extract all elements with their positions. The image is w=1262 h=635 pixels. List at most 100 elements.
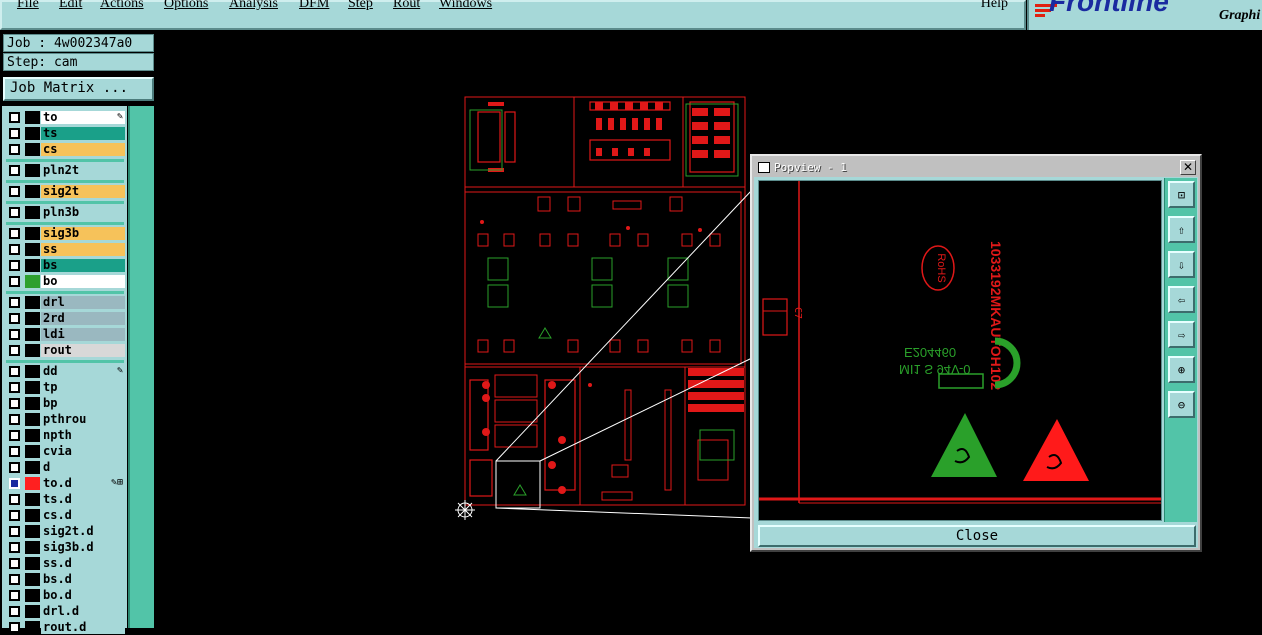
layer-checkbox[interactable] <box>9 313 20 324</box>
layer-checkbox[interactable] <box>9 297 20 308</box>
layer-name[interactable]: ldi <box>41 328 125 341</box>
layer-row[interactable]: drl.d <box>2 604 127 619</box>
layer-row[interactable]: to.d ✎⊞ <box>2 476 127 491</box>
layer-color-swatch[interactable] <box>25 381 40 394</box>
layer-checkbox[interactable] <box>9 228 20 239</box>
layer-name[interactable]: cs <box>41 143 125 156</box>
layer-color-swatch[interactable] <box>25 164 40 177</box>
layer-color-swatch[interactable] <box>25 509 40 522</box>
layer-checkbox[interactable] <box>9 574 20 585</box>
layer-name[interactable]: pthrou <box>41 413 125 426</box>
layer-row[interactable]: sig2t.d <box>2 524 127 539</box>
zoom-in-icon[interactable]: ⊕ <box>1168 356 1195 383</box>
layer-name[interactable]: rout <box>41 344 125 357</box>
layer-name[interactable]: 2rd <box>41 312 125 325</box>
layer-checkbox[interactable] <box>9 144 20 155</box>
layer-name[interactable]: d <box>41 461 125 474</box>
layer-color-swatch[interactable] <box>25 206 40 219</box>
layer-color-swatch[interactable] <box>25 413 40 426</box>
layer-color-swatch[interactable] <box>25 429 40 442</box>
layer-color-swatch[interactable] <box>25 328 40 341</box>
menu-analysis[interactable]: Analysis <box>229 0 278 12</box>
menu-options[interactable]: Options <box>164 0 208 12</box>
zoom-window-icon[interactable]: ⊡ <box>1168 181 1195 208</box>
layer-list-scrollbar[interactable] <box>128 106 154 628</box>
layer-color-swatch[interactable] <box>25 461 40 474</box>
layer-checkbox[interactable] <box>9 478 20 489</box>
layer-color-swatch[interactable] <box>25 127 40 140</box>
menu-actions[interactable]: Actions <box>100 0 144 12</box>
layer-name[interactable]: bp <box>41 397 125 410</box>
layer-color-swatch[interactable] <box>25 312 40 325</box>
layer-row[interactable]: bs <box>2 258 127 273</box>
layer-checkbox[interactable] <box>9 244 20 255</box>
layer-row[interactable]: rout <box>2 343 127 358</box>
layer-row[interactable]: ts.d <box>2 492 127 507</box>
layer-name[interactable]: npth <box>41 429 125 442</box>
layer-row[interactable]: pln3b <box>2 205 127 220</box>
layer-checkbox[interactable] <box>9 112 20 123</box>
popview-titlebar[interactable]: Popview - 1 ✕ <box>754 158 1198 176</box>
layer-checkbox[interactable] <box>9 542 20 553</box>
layer-checkbox[interactable] <box>9 494 20 505</box>
layer-checkbox[interactable] <box>9 398 20 409</box>
close-button[interactable]: Close <box>758 525 1196 547</box>
menu-windows[interactable]: Windows <box>439 0 492 12</box>
menu-rout[interactable]: Rout <box>393 0 420 12</box>
layer-color-swatch[interactable] <box>25 445 40 458</box>
pan-left-icon[interactable]: ⇦ <box>1168 286 1195 313</box>
layer-color-swatch[interactable] <box>25 259 40 272</box>
layer-row[interactable]: pthrou <box>2 412 127 427</box>
pan-right-icon[interactable]: ⇨ <box>1168 321 1195 348</box>
layer-name[interactable]: pln3b <box>41 206 125 219</box>
layer-checkbox[interactable] <box>9 276 20 287</box>
layer-name[interactable]: ss.d <box>41 557 125 570</box>
zoom-out-icon[interactable]: ⊖ <box>1168 391 1195 418</box>
layer-name[interactable]: drl <box>41 296 125 309</box>
layer-row[interactable]: bo.d <box>2 588 127 603</box>
layer-checkbox[interactable] <box>9 207 20 218</box>
layer-checkbox[interactable] <box>9 606 20 617</box>
layer-row[interactable]: ss.d <box>2 556 127 571</box>
layer-name[interactable]: bo.d <box>41 589 125 602</box>
layer-row[interactable]: ss <box>2 242 127 257</box>
layer-name[interactable]: bs <box>41 259 125 272</box>
layer-color-swatch[interactable] <box>25 557 40 570</box>
layer-name[interactable]: ts <box>41 127 125 140</box>
layer-name[interactable]: tp <box>41 381 125 394</box>
layer-row[interactable]: npth <box>2 428 127 443</box>
pan-down-icon[interactable]: ⇩ <box>1168 251 1195 278</box>
layer-color-swatch[interactable] <box>25 573 40 586</box>
layer-checkbox[interactable] <box>9 526 20 537</box>
layer-name[interactable]: cvia <box>41 445 125 458</box>
layer-color-swatch[interactable] <box>25 605 40 618</box>
layer-row[interactable]: ldi <box>2 327 127 342</box>
layer-color-swatch[interactable] <box>25 143 40 156</box>
layer-color-swatch[interactable] <box>25 365 40 378</box>
layer-row[interactable]: to ✎ <box>2 110 127 125</box>
layer-row[interactable]: drl <box>2 295 127 310</box>
layer-row[interactable]: sig2t <box>2 184 127 199</box>
layer-checkbox[interactable] <box>9 558 20 569</box>
layer-row[interactable]: pln2t <box>2 163 127 178</box>
layer-name[interactable]: drl.d <box>41 605 125 618</box>
layer-name[interactable]: to <box>41 111 125 124</box>
layer-color-swatch[interactable] <box>25 227 40 240</box>
layer-row[interactable]: 2rd <box>2 311 127 326</box>
layer-color-swatch[interactable] <box>25 111 40 124</box>
menu-file[interactable]: File <box>17 0 39 12</box>
layer-row[interactable]: cs <box>2 142 127 157</box>
layer-checkbox[interactable] <box>9 329 20 340</box>
layer-color-swatch[interactable] <box>25 525 40 538</box>
popview-canvas[interactable]: C7 RoHS 1033192MKAUTOH102 E204460 MI1 S … <box>758 180 1162 521</box>
layer-checkbox[interactable] <box>9 414 20 425</box>
layer-name[interactable]: sig2t.d <box>41 525 125 538</box>
layer-name[interactable]: bo <box>41 275 125 288</box>
layer-checkbox[interactable] <box>9 446 20 457</box>
layer-name[interactable]: pln2t <box>41 164 125 177</box>
layer-name[interactable]: ts.d <box>41 493 125 506</box>
layer-checkbox[interactable] <box>9 430 20 441</box>
layer-row[interactable]: dd ✎ <box>2 364 127 379</box>
layer-checkbox[interactable] <box>9 260 20 271</box>
menu-dfm[interactable]: DFM <box>299 0 329 12</box>
